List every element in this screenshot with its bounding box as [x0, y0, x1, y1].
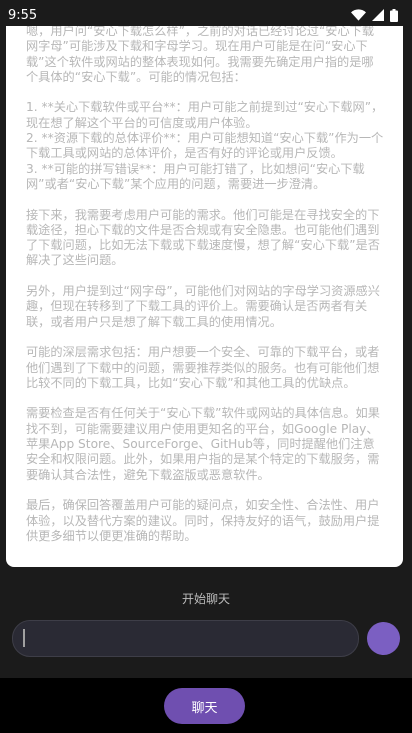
input-row [12, 619, 400, 657]
battery-icon [390, 8, 398, 22]
status-icons [351, 8, 398, 22]
status-time: 9:55 [8, 7, 38, 23]
response-text: 嗯，用户问“安心下载怎么样”，之前的对话已经讨论过“安心下载网字母”可能涉及下载… [26, 26, 384, 543]
wifi-icon [351, 9, 366, 21]
send-button[interactable] [367, 621, 400, 655]
start-chat-label: 开始聊天 [181, 592, 230, 606]
response-card[interactable]: 嗯，用户问“安心下载怎么样”，之前的对话已经讨论过“安心下载网字母”可能涉及下载… [6, 26, 403, 567]
text-cursor [23, 629, 25, 647]
cellular-signal-icon [372, 9, 384, 21]
chat-button[interactable]: 聊天 [164, 688, 245, 724]
chat-input[interactable] [12, 619, 360, 657]
